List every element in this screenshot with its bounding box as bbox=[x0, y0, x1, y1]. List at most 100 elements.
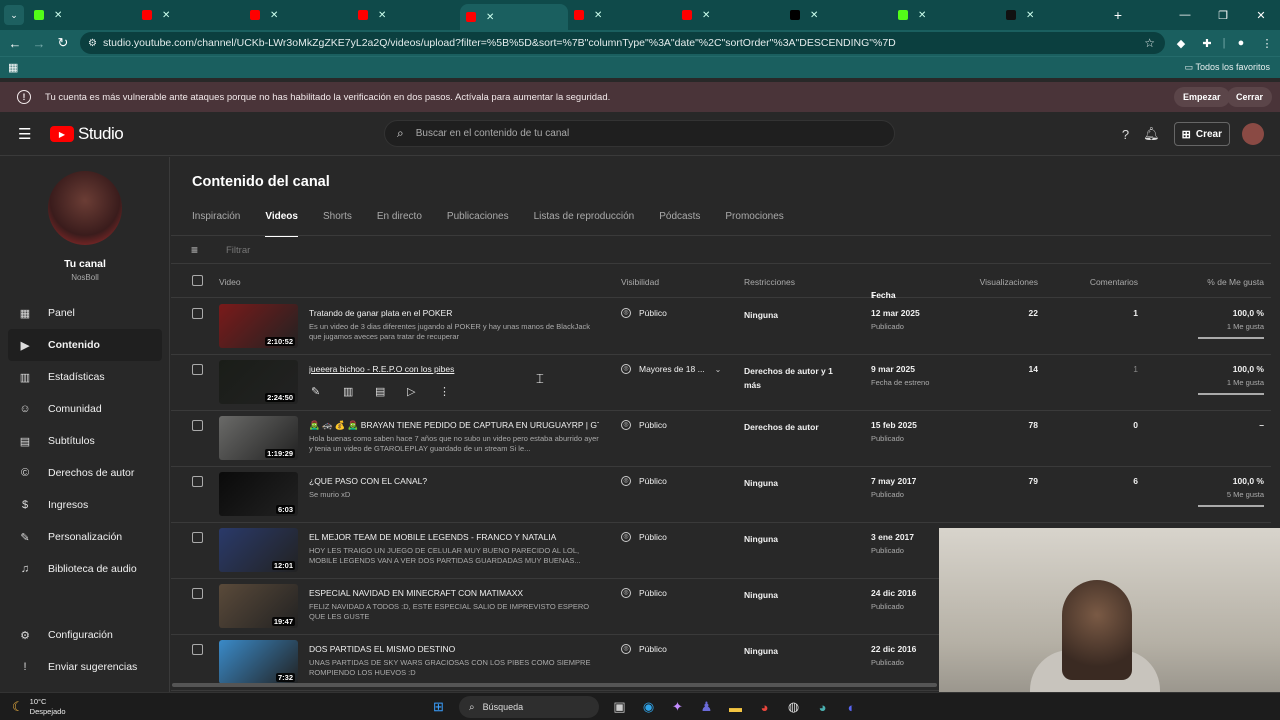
close-tab-icon[interactable]: ✕ bbox=[702, 10, 710, 21]
video-thumbnail[interactable]: 2:10:52 bbox=[219, 304, 298, 348]
more-options-icon[interactable]: ⋮ bbox=[439, 385, 471, 398]
close-banner-button[interactable]: Cerrar bbox=[1227, 87, 1273, 107]
extensions-puzzle-icon[interactable]: ✚ bbox=[1194, 37, 1220, 50]
notifications-bell-icon[interactable]: 🔔︎ bbox=[1143, 126, 1160, 142]
row-checkbox[interactable] bbox=[192, 308, 203, 319]
browser-tab[interactable]: sosaantho Strean✕ bbox=[892, 3, 1000, 27]
browser-tab[interactable]: (5) X✕ bbox=[784, 3, 892, 27]
browser-tab[interactable]: Noche De La Nos✕ bbox=[352, 3, 460, 27]
close-tab-icon[interactable]: ✕ bbox=[270, 10, 278, 21]
sidebar-item-feedback[interactable]: ! Enviar sugerencias bbox=[8, 651, 162, 683]
horizontal-scrollbar[interactable] bbox=[172, 683, 937, 687]
visibility-cell[interactable]: ◎ Público bbox=[621, 420, 667, 430]
browser-tab[interactable]: NosBoll Stream -✕ bbox=[28, 3, 136, 27]
row-checkbox[interactable] bbox=[192, 476, 203, 487]
new-tab-button[interactable]: + bbox=[1108, 7, 1128, 23]
minimize-icon[interactable]: — bbox=[1166, 9, 1204, 21]
discord-icon[interactable]: ◐ bbox=[837, 695, 866, 719]
bookmark-star-icon[interactable]: ☆ bbox=[1144, 36, 1155, 50]
weather-widget[interactable]: ☾ 10°C Despejado bbox=[12, 697, 66, 717]
close-tab-icon[interactable]: ✕ bbox=[1026, 10, 1034, 21]
video-thumbnail[interactable]: 12:01 bbox=[219, 528, 298, 572]
channel-avatar[interactable] bbox=[48, 171, 122, 245]
tab-listas-de-reproducción[interactable]: Listas de reproducción bbox=[534, 211, 635, 236]
video-thumbnail[interactable]: 2:24:50 bbox=[219, 360, 298, 404]
all-bookmarks-folder[interactable]: ▭ Todos los favoritos bbox=[1185, 62, 1270, 73]
close-tab-icon[interactable]: ✕ bbox=[54, 10, 62, 21]
channel-search-input[interactable]: ⌕ Buscar en el contenido de tu canal bbox=[384, 120, 895, 147]
column-comments[interactable]: Comentarios bbox=[1051, 277, 1138, 287]
browser-menu-icon[interactable]: ⋮ bbox=[1254, 37, 1280, 50]
tab-publicaciones[interactable]: Publicaciones bbox=[447, 211, 509, 236]
back-icon[interactable]: ← bbox=[3, 36, 27, 51]
reload-icon[interactable]: ↻ bbox=[51, 35, 75, 51]
tab-en-directo[interactable]: En directo bbox=[377, 211, 422, 236]
video-thumbnail[interactable]: 1:19:29 bbox=[219, 416, 298, 460]
close-tab-icon[interactable]: ✕ bbox=[918, 10, 926, 21]
tab-promociones[interactable]: Promociones bbox=[725, 211, 783, 236]
tab-shorts[interactable]: Shorts bbox=[323, 211, 352, 236]
row-checkbox[interactable] bbox=[192, 588, 203, 599]
row-checkbox[interactable] bbox=[192, 420, 203, 431]
video-title[interactable]: ¿QUE PASO CON EL CANAL? bbox=[309, 476, 599, 486]
edit-pencil-icon[interactable]: ✎ bbox=[311, 385, 343, 398]
youtube-view-icon[interactable]: ▷ bbox=[407, 385, 439, 398]
sidebar-item-copyright[interactable]: © Derechos de autor bbox=[8, 457, 162, 489]
table-row[interactable]: 2:24:50 jueeera bichoo - R.E.P.O con los… bbox=[171, 355, 1271, 411]
file-explorer-icon[interactable]: ▬ bbox=[721, 695, 750, 719]
table-row[interactable]: 6:03 ¿QUE PASO CON EL CANAL? Se murio xD ◎… bbox=[171, 467, 1271, 523]
sidebar-item-subtitles[interactable]: ▤ Subtítulos bbox=[8, 425, 162, 457]
tab-videos[interactable]: Videos bbox=[265, 211, 298, 237]
start-windows-icon[interactable]: ⊞ bbox=[424, 695, 453, 719]
chrome-active-icon[interactable]: ◕ bbox=[808, 695, 837, 719]
tab-search-button[interactable]: ⌄ bbox=[4, 5, 24, 25]
close-window-icon[interactable]: ✕ bbox=[1242, 9, 1280, 22]
visibility-cell[interactable]: ◎ Mayores de 18 ... ⌄ bbox=[621, 364, 721, 374]
column-restrictions[interactable]: Restricciones bbox=[744, 277, 795, 287]
visibility-cell[interactable]: ◎ Público bbox=[621, 476, 667, 486]
comments-icon[interactable]: ▤ bbox=[375, 385, 407, 398]
video-thumbnail[interactable]: 7:32 bbox=[219, 640, 298, 684]
sidebar-item-analytics[interactable]: ▥ Estadísticas bbox=[8, 361, 162, 393]
taskbar-search[interactable]: ⌕ Búsqueda bbox=[459, 696, 599, 718]
chevron-down-icon[interactable]: ⌄ bbox=[715, 365, 722, 374]
teams-icon[interactable]: ♟ bbox=[692, 695, 721, 719]
obs-icon[interactable]: ◍ bbox=[779, 695, 808, 719]
forward-icon[interactable]: → bbox=[27, 36, 51, 51]
select-all-checkbox[interactable] bbox=[192, 275, 203, 286]
close-tab-icon[interactable]: ✕ bbox=[594, 10, 602, 21]
account-avatar[interactable] bbox=[1242, 123, 1264, 145]
edge-icon[interactable]: ◉ bbox=[634, 695, 663, 719]
sidebar-item-community[interactable]: ☺ Comunidad bbox=[8, 393, 162, 425]
row-checkbox[interactable] bbox=[192, 364, 203, 375]
close-tab-icon[interactable]: ✕ bbox=[810, 10, 818, 21]
video-title[interactable]: Tratando de ganar plata en el POKER bbox=[309, 308, 599, 318]
browser-tab[interactable]: SORTEO INTRO #✕ bbox=[568, 3, 676, 27]
apps-grid-icon[interactable]: ▦ bbox=[8, 61, 18, 74]
column-likes[interactable]: % de Me gusta bbox=[1171, 277, 1264, 287]
chrome-icon[interactable]: ◕ bbox=[750, 695, 779, 719]
address-bar[interactable]: ⚙ studio.youtube.com/channel/UCKb-LWr3oM… bbox=[80, 32, 1165, 54]
column-visibility[interactable]: Visibilidad bbox=[621, 277, 659, 287]
profile-avatar-icon[interactable]: ● bbox=[1228, 37, 1254, 49]
site-info-icon[interactable]: ⚙ bbox=[88, 38, 97, 49]
filter-icon[interactable]: ≡ bbox=[191, 243, 198, 257]
task-view-icon[interactable]: ▣ bbox=[605, 695, 634, 719]
video-thumbnail[interactable]: 19:47 bbox=[219, 584, 298, 628]
extension-icon[interactable]: ◆ bbox=[1168, 37, 1194, 50]
sidebar-item-content[interactable]: ▶ Contenido bbox=[8, 329, 162, 361]
sidebar-item-earn[interactable]: $ Ingresos bbox=[8, 489, 162, 521]
video-title[interactable]: jueeera bichoo - R.E.P.O con los pibes bbox=[309, 364, 599, 374]
analytics-icon[interactable]: ▥ bbox=[343, 385, 375, 398]
row-checkbox[interactable] bbox=[192, 644, 203, 655]
column-views[interactable]: Visualizaciones bbox=[951, 277, 1038, 287]
sidebar-item-customization[interactable]: ✎ Personalización bbox=[8, 521, 162, 553]
hamburger-menu-icon[interactable]: ☰ bbox=[18, 125, 31, 143]
visibility-cell[interactable]: ◎ Público bbox=[621, 588, 667, 598]
sidebar-item-dashboard[interactable]: ▦ Panel bbox=[8, 297, 162, 329]
sidebar-item-settings[interactable]: ⚙ Configuración bbox=[8, 619, 162, 651]
filter-bar[interactable]: ≡ Filtrar bbox=[171, 236, 1271, 264]
tab-pódcasts[interactable]: Pódcasts bbox=[659, 211, 700, 236]
row-checkbox[interactable] bbox=[192, 532, 203, 543]
browser-tab[interactable]: TikTok - Make You✕ bbox=[1000, 3, 1108, 27]
